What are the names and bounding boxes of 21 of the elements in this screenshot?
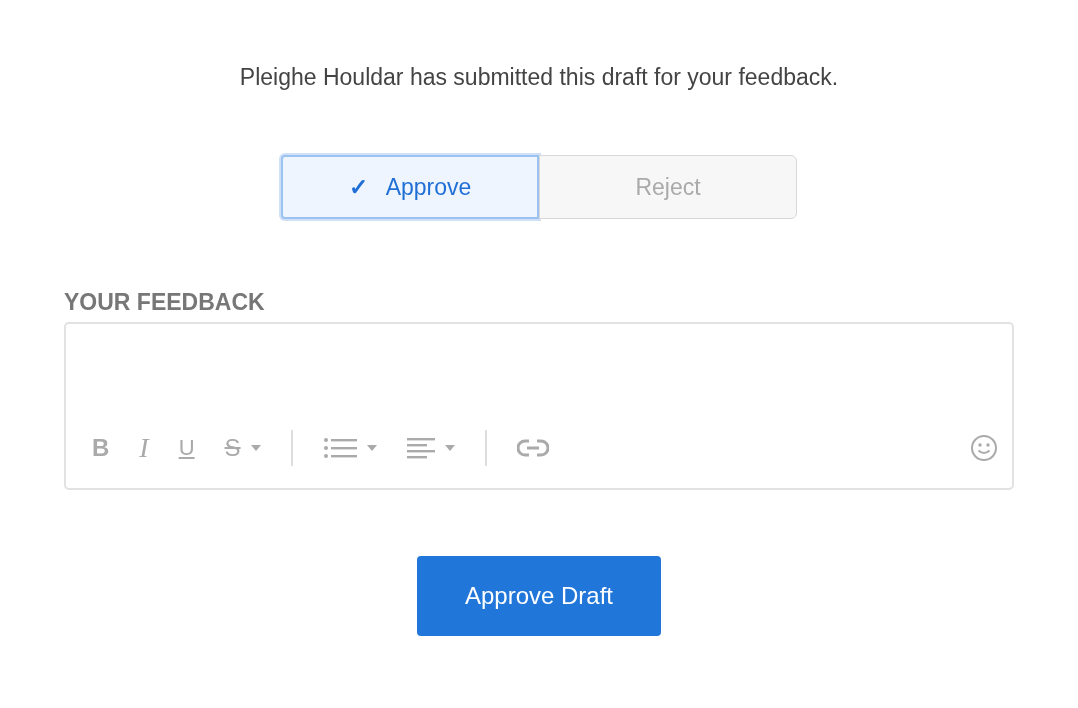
- link-button[interactable]: [516, 439, 549, 457]
- approve-draft-button[interactable]: Approve Draft: [417, 556, 661, 636]
- align-button[interactable]: [406, 436, 455, 460]
- link-icon: [516, 439, 549, 457]
- list-button[interactable]: [322, 436, 377, 460]
- feedback-editor[interactable]: B I U S: [64, 322, 1014, 490]
- align-left-icon: [406, 436, 435, 460]
- list-icon: [322, 436, 357, 460]
- caret-icon: [444, 445, 455, 451]
- emoji-button[interactable]: [970, 434, 998, 462]
- feedback-label: YOUR FEEDBACK: [64, 289, 266, 316]
- decision-toggle[interactable]: ✓ Approve: [281, 155, 539, 219]
- underline-button[interactable]: U: [178, 435, 195, 461]
- italic-button[interactable]: I: [139, 432, 149, 464]
- message-text: Pleighe Houldar has submitted this draft for your feedback.: [238, 64, 840, 91]
- decision-toggle[interactable]: Reject: [539, 155, 797, 219]
- smiley-icon: [970, 434, 998, 462]
- caret-icon: [366, 445, 377, 451]
- strike-button[interactable]: S: [224, 434, 261, 462]
- bold-button[interactable]: B: [92, 434, 110, 462]
- caret-icon: [250, 445, 261, 451]
